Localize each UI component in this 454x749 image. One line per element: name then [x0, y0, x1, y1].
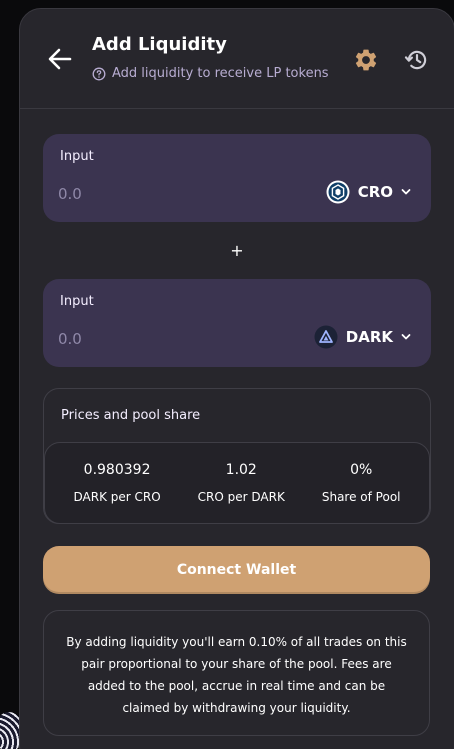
prices-and-pool-share: Prices and pool share 0.980392 DARK per … — [43, 388, 431, 524]
stat-dark-per-cro: 0.980392 DARK per CRO — [74, 462, 161, 504]
card-header: Add Liquidity Add liquidity to receive L… — [20, 9, 454, 109]
input-label: Input — [60, 294, 94, 309]
stat-value: 0% — [350, 462, 373, 478]
input-label: Input — [60, 149, 94, 164]
prices-title: Prices and pool share — [61, 408, 201, 423]
connect-wallet-button[interactable]: Connect Wallet — [43, 546, 430, 594]
gear-icon — [355, 49, 377, 71]
question-circle-icon[interactable] — [92, 67, 106, 81]
settings-button[interactable] — [353, 47, 379, 73]
stat-cro-per-dark: 1.02 CRO per DARK — [198, 462, 285, 504]
liquidity-info-notice: By adding liquidity you'll earn 0.10% of… — [43, 610, 430, 736]
history-icon — [404, 50, 427, 70]
token-symbol-cro: CRO — [357, 183, 393, 201]
chevron-down-icon — [401, 189, 411, 195]
token-symbol-dark: DARK — [345, 328, 393, 346]
token-select-cro[interactable]: CRO — [326, 180, 411, 204]
stat-label: CRO per DARK — [197, 490, 285, 504]
page-title: Add Liquidity — [92, 34, 227, 55]
stat-share-of-pool: 0% Share of Pool — [322, 462, 401, 504]
page-subtitle: Add liquidity to receive LP tokens — [112, 66, 329, 81]
history-button[interactable] — [404, 47, 430, 73]
amount-input-cro[interactable] — [58, 182, 238, 206]
add-liquidity-card: Add Liquidity Add liquidity to receive L… — [19, 8, 454, 749]
cro-token-icon — [326, 180, 350, 204]
currency-input-panel-cro: Input CRO — [43, 134, 431, 222]
stat-value: 0.980392 — [83, 462, 151, 478]
plus-separator: + — [230, 241, 244, 260]
back-button[interactable] — [46, 45, 74, 73]
stat-label: Share of Pool — [321, 490, 401, 504]
chevron-down-icon — [401, 334, 411, 340]
token-select-dark[interactable]: DARK — [314, 325, 411, 349]
prices-stats: 0.980392 DARK per CRO 1.02 CRO per DARK … — [44, 442, 430, 524]
amount-input-dark[interactable] — [58, 327, 238, 351]
stat-label: DARK per CRO — [73, 490, 161, 504]
currency-input-panel-dark: Input DARK — [43, 279, 431, 367]
dark-token-icon — [314, 325, 338, 349]
stat-value: 1.02 — [225, 462, 257, 478]
subtitle-row: Add liquidity to receive LP tokens — [92, 66, 329, 81]
arrow-left-icon — [48, 48, 72, 70]
